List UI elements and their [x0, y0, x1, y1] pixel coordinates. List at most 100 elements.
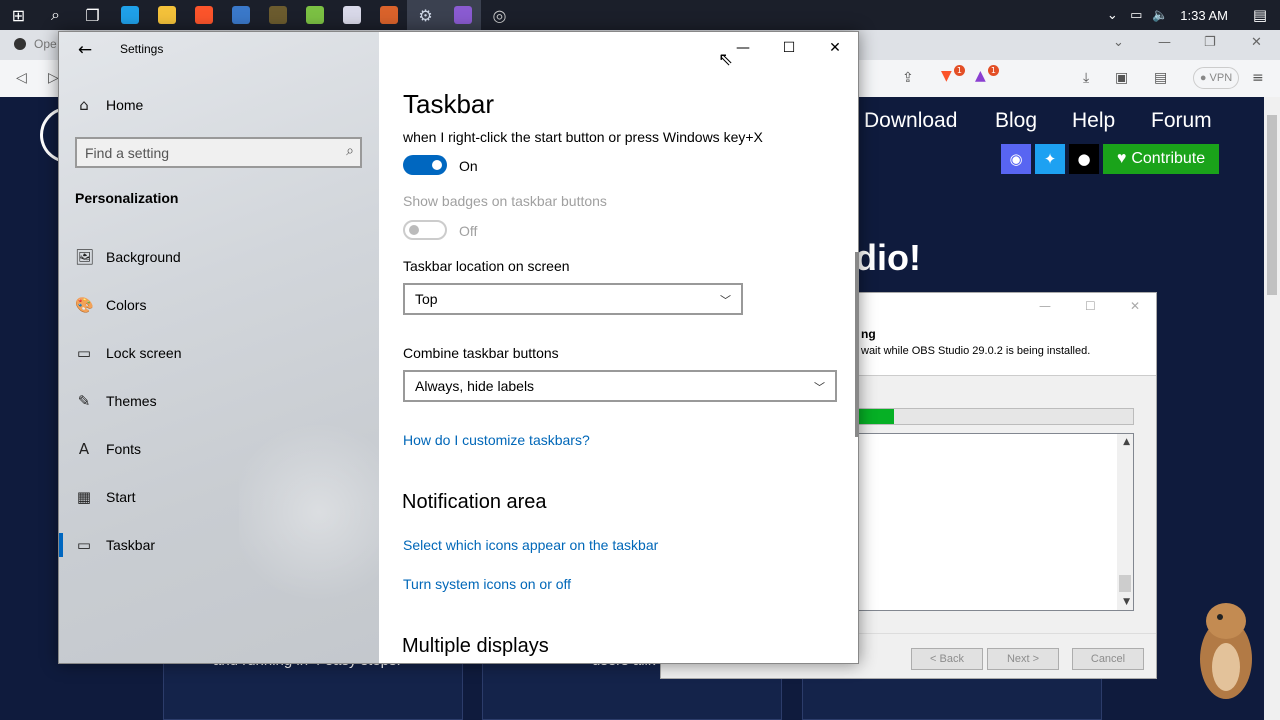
- menu-icon[interactable]: ≡: [1252, 70, 1264, 86]
- taskbar-visual-studio-button[interactable]: [444, 0, 481, 30]
- install-log[interactable]: ▲ ▼: [857, 433, 1134, 611]
- search-box[interactable]: ⌕: [75, 137, 362, 168]
- download-icon[interactable]: ⤓: [1083, 70, 1089, 86]
- search-icon[interactable]: ⌕: [346, 143, 354, 159]
- taskbar-brave-button[interactable]: [185, 0, 222, 30]
- notification-area-heading: Notification area: [402, 491, 547, 513]
- combine-label: Combine taskbar buttons: [403, 345, 559, 361]
- heart-icon: ♥: [1116, 150, 1127, 167]
- customize-taskbars-link[interactable]: How do I customize taskbars?: [403, 432, 590, 448]
- themes-icon: ✎: [77, 392, 91, 410]
- taskbar-file-explorer-button[interactable]: [148, 0, 185, 30]
- sidebar-item-label: Background: [106, 249, 181, 265]
- nav-blog-link[interactable]: Blog: [995, 109, 1037, 133]
- installer-close-button[interactable]: ✕: [1130, 299, 1140, 313]
- github-icon[interactable]: ●: [1069, 144, 1099, 174]
- app-orange-icon: [379, 6, 398, 24]
- wallet-icon[interactable]: ▤: [1154, 70, 1167, 86]
- log-scroll-thumb[interactable]: [1119, 575, 1131, 592]
- content-scrollbar[interactable]: [855, 252, 858, 437]
- installer-maximize-button[interactable]: ☐: [1085, 299, 1096, 313]
- twitter-icon[interactable]: ✦: [1035, 144, 1065, 174]
- sidebar-item-lock-screen[interactable]: ▭ Lock screen: [59, 333, 379, 373]
- maximize-button[interactable]: ☐: [766, 40, 812, 58]
- sidebar-item-start[interactable]: ▦ Start: [59, 477, 379, 517]
- brave-count-badge: 1: [953, 65, 965, 76]
- browser-restore-button[interactable]: ❐: [1204, 35, 1216, 50]
- lock-screen-icon: ▭: [76, 344, 92, 362]
- sidebar-item-home[interactable]: ⌂ Home: [59, 85, 379, 125]
- sidebar-item-taskbar[interactable]: ▭ Taskbar: [59, 525, 379, 565]
- taskbar-app-blue-button[interactable]: [222, 0, 259, 30]
- back-button[interactable]: < Back: [911, 648, 983, 670]
- badges-toggle[interactable]: [403, 220, 447, 240]
- app-notepad-icon: [342, 6, 361, 24]
- browser-minimize-button[interactable]: —: [1158, 35, 1171, 50]
- browser-tab-title: Ope: [34, 37, 57, 51]
- taskbar-task-view-button[interactable]: ❐: [74, 0, 111, 30]
- start-icon: ▦: [76, 488, 92, 506]
- start-icon: ⊞: [11, 5, 26, 25]
- vpn-label: VPN: [1209, 72, 1233, 84]
- taskbar-app-cube-button[interactable]: [259, 0, 296, 30]
- search-input[interactable]: [85, 144, 325, 162]
- back-icon[interactable]: ◁: [16, 70, 27, 86]
- vpn-button[interactable]: ● VPN: [1193, 67, 1239, 89]
- mascot-image: [1200, 603, 1252, 699]
- taskbar-icon: ▭: [76, 536, 92, 554]
- taskbar-edge-button[interactable]: [111, 0, 148, 30]
- taskbar-obs-button[interactable]: ◎: [481, 0, 518, 30]
- installer-minimize-button[interactable]: —: [1039, 299, 1051, 313]
- settings-sidebar: ← Settings ⌂ Home ⌕ Personalization 🖼 Bac…: [59, 32, 399, 663]
- installer-title: ng: [861, 327, 876, 341]
- volume-muted-icon[interactable]: 🔈: [1148, 8, 1172, 23]
- log-scrollbar[interactable]: ▲ ▼: [1117, 434, 1133, 610]
- close-button[interactable]: ✕: [812, 40, 858, 58]
- cancel-button[interactable]: Cancel: [1072, 648, 1144, 670]
- sidebar-item-colors[interactable]: 🎨 Colors: [59, 285, 379, 325]
- colors-icon: 🎨: [75, 296, 94, 314]
- browser-tab[interactable]: Ope: [14, 37, 57, 51]
- taskbar-app-orange-button[interactable]: [370, 0, 407, 30]
- badges-toggle-state: Off: [459, 223, 478, 239]
- powershell-toggle[interactable]: [403, 155, 447, 175]
- chevron-up-icon[interactable]: ⌄: [1100, 8, 1124, 23]
- settings-icon: ⚙: [418, 5, 433, 25]
- browser-close-button[interactable]: ✕: [1251, 35, 1262, 50]
- select-icons-link[interactable]: Select which icons appear on the taskbar: [403, 537, 658, 553]
- nav-forum-link[interactable]: Forum: [1151, 109, 1212, 133]
- taskbar-search-button[interactable]: ⌕: [37, 0, 74, 30]
- back-arrow-icon[interactable]: ←: [73, 38, 97, 62]
- windows-taskbar: ⊞ ⌕ ❐ ⚙ ◎ ⌄ ▭ 🔈 1:33 AM ▤: [0, 0, 1280, 30]
- tab-search-icon[interactable]: ⌄: [1113, 35, 1124, 50]
- sidebar-item-background[interactable]: 🖼 Background: [59, 237, 379, 277]
- visual-studio-icon: [453, 6, 472, 24]
- chevron-down-icon: ﹀: [720, 294, 731, 307]
- section-heading: Personalization: [75, 190, 179, 206]
- location-dropdown[interactable]: Top ﹀: [403, 283, 743, 315]
- share-icon[interactable]: ⇪: [902, 70, 914, 86]
- network-icon[interactable]: ▭: [1124, 8, 1148, 23]
- contribute-button[interactable]: ♥ Contribute: [1103, 144, 1219, 174]
- system-icons-link[interactable]: Turn system icons on or off: [403, 576, 571, 592]
- sidebar-icon[interactable]: ▣: [1115, 70, 1128, 86]
- sidebar-item-fonts[interactable]: A Fonts: [59, 429, 379, 469]
- scroll-up-icon[interactable]: ▲: [1123, 437, 1130, 447]
- taskbar-settings-button[interactable]: ⚙: [407, 0, 444, 30]
- taskbar-app-green-button[interactable]: [296, 0, 333, 30]
- sidebar-item-themes[interactable]: ✎ Themes: [59, 381, 379, 421]
- combine-dropdown[interactable]: Always, hide labels ﹀: [403, 370, 837, 402]
- nav-download-link[interactable]: Download: [864, 109, 957, 133]
- notification-icon[interactable]: ▤: [1240, 6, 1280, 24]
- brave-rewards-icon[interactable]: ▲ 1: [975, 65, 999, 88]
- scroll-down-icon[interactable]: ▼: [1123, 597, 1130, 607]
- taskbar-app-notepad-button[interactable]: [333, 0, 370, 30]
- contribute-label: Contribute: [1131, 150, 1206, 167]
- page-scroll-thumb[interactable]: [1267, 115, 1277, 295]
- brave-shields-icon[interactable]: ▼ 1: [941, 65, 965, 88]
- taskbar-start-button[interactable]: ⊞: [0, 0, 37, 30]
- nav-help-link[interactable]: Help: [1072, 109, 1115, 133]
- next-button[interactable]: Next >: [987, 648, 1059, 670]
- clock[interactable]: 1:33 AM: [1180, 8, 1228, 23]
- discord-icon[interactable]: ◉: [1001, 144, 1031, 174]
